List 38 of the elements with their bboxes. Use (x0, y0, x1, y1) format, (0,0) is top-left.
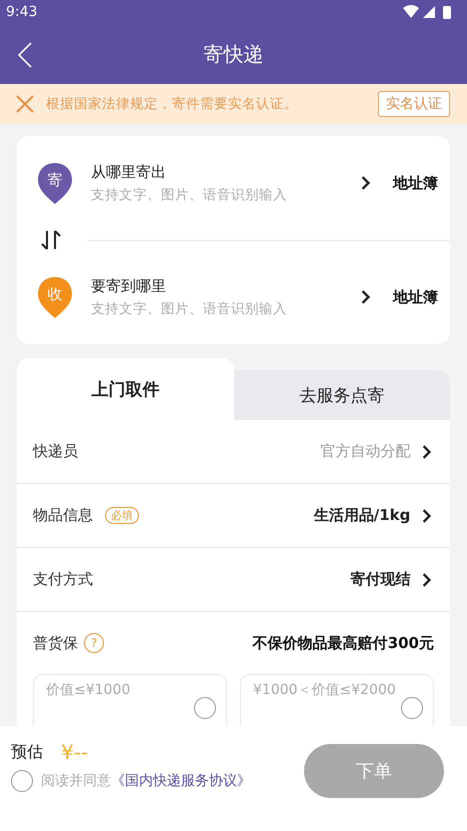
page-title: 寄快递 (204, 40, 264, 68)
tab[interactable]: 去服务点寄 (234, 370, 450, 420)
option-label: 价值≤¥1000 (46, 681, 130, 700)
address-book-link[interactable]: 地址簿 (393, 174, 438, 192)
notice-text: 根据国家法律规定，寄件需要实名认证。 (46, 95, 299, 113)
location-pin-icon: 寄 (37, 161, 73, 205)
chevron-right-icon (361, 289, 371, 305)
back-icon[interactable] (18, 42, 32, 68)
address-title[interactable]: 要寄到哪里 (91, 276, 362, 296)
row-label: 普货保 (33, 634, 78, 652)
status-time: 9:43 (6, 4, 38, 20)
row-label: 支付方式 (33, 570, 93, 589)
close-icon[interactable] (16, 95, 34, 113)
insurance-summary: 不保价物品最高赔付300元 (252, 634, 434, 652)
address-hint: 支持文字、图片、语音识别输入 (91, 186, 288, 204)
swap-icon[interactable] (41, 229, 61, 251)
location-pin-icon: 收 (37, 275, 73, 319)
chevron-right-icon (422, 508, 432, 524)
address-book-link[interactable]: 地址簿 (393, 288, 438, 306)
required-tag: 必填 (105, 507, 139, 524)
row-label: 物品信息 (33, 506, 93, 525)
agree-checkbox[interactable] (11, 770, 33, 792)
estimate-label: 预估 (11, 742, 43, 762)
agreement-link[interactable]: 《国内快递服务协议》 (111, 772, 251, 790)
row-label: 快递员 (33, 442, 78, 461)
chevron-right-icon (422, 444, 432, 460)
price-text: ¥-- (61, 740, 88, 764)
option-label: ¥1000＜价值≤¥2000 (253, 681, 396, 700)
address-hint: 支持文字、图片、语音识别输入 (91, 300, 288, 318)
chevron-right-icon (361, 175, 371, 191)
address-title[interactable]: 从哪里寄出 (91, 162, 362, 182)
radio-button[interactable] (194, 697, 216, 719)
agree-text: 阅读并同意 (41, 772, 111, 790)
radio-button[interactable] (401, 697, 423, 719)
chevron-right-icon (422, 572, 432, 588)
row-value[interactable]: 寄付现结 (350, 570, 410, 589)
row-value[interactable]: 生活用品/1kg (314, 506, 410, 525)
tab[interactable]: 上门取件 (17, 358, 234, 420)
